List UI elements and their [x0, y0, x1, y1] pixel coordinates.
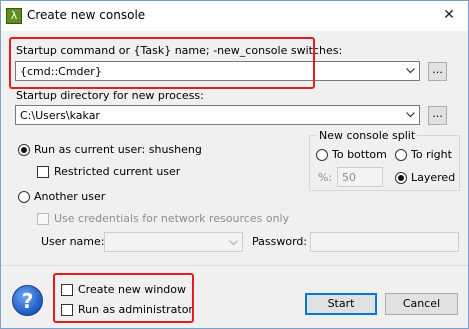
close-icon[interactable]: ✕ — [436, 3, 462, 27]
startup-directory-combo[interactable]: C:\Users\kakar — [15, 105, 420, 125]
split-group-label: New console split — [317, 129, 418, 142]
user-name-label: User name: — [41, 235, 105, 248]
split-to-bottom-radio[interactable] — [316, 149, 328, 161]
chevron-down-icon — [229, 240, 238, 246]
help-icon[interactable]: ? — [12, 285, 43, 316]
startup-directory-value: C:\Users\kakar — [20, 109, 100, 122]
chevron-down-icon[interactable] — [402, 62, 419, 80]
restricted-user-checkbox[interactable] — [37, 166, 49, 178]
split-layered-radio[interactable] — [395, 172, 407, 184]
separator — [1, 265, 468, 266]
use-credentials-checkbox[interactable] — [37, 213, 49, 225]
restricted-user-label[interactable]: Restricted current user — [54, 165, 180, 178]
run-as-current-user-label[interactable]: Run as current user: shusheng — [34, 143, 202, 156]
split-to-right-label[interactable]: To right — [411, 148, 452, 161]
split-to-bottom-label[interactable]: To bottom — [332, 148, 387, 161]
browse-command-button[interactable]: ... — [428, 62, 447, 81]
chevron-down-icon[interactable] — [402, 106, 419, 124]
password-field[interactable] — [310, 232, 459, 252]
highlight-box-command — [9, 37, 315, 89]
run-as-current-user-radio[interactable] — [18, 144, 30, 156]
split-layered-label[interactable]: Layered — [411, 171, 455, 184]
cancel-button[interactable]: Cancel — [385, 293, 458, 315]
highlight-box-options — [53, 273, 194, 323]
create-console-dialog: λ Create new console ✕ Startup command o… — [0, 0, 469, 329]
start-button[interactable]: Start — [305, 293, 377, 315]
user-name-combo[interactable] — [104, 232, 243, 252]
split-to-right-radio[interactable] — [395, 149, 407, 161]
startup-directory-label: Startup directory for new process: — [16, 89, 204, 102]
conemu-lambda-icon: λ — [6, 8, 22, 24]
split-percent-field[interactable]: 50 — [337, 167, 383, 187]
window-title: Create new console — [27, 8, 146, 22]
split-percent-value: 50 — [342, 171, 356, 184]
use-credentials-label: Use credentials for network resources on… — [54, 212, 290, 225]
password-label: Password: — [252, 235, 308, 248]
browse-directory-button[interactable]: ... — [428, 106, 447, 125]
title-bar: λ Create new console ✕ — [1, 1, 468, 31]
split-percent-label: %: — [318, 171, 333, 184]
another-user-radio[interactable] — [18, 191, 30, 203]
another-user-label[interactable]: Another user — [34, 190, 105, 203]
